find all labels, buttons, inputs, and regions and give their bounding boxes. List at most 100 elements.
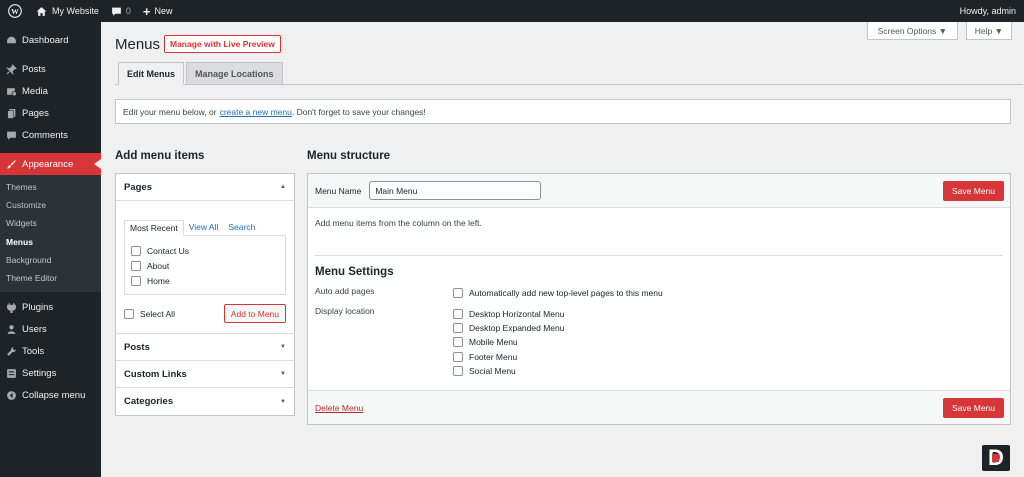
- menu-header: Menu Name Main Menu Save Menu: [308, 174, 1010, 208]
- howdy-text: Howdy, admin: [959, 6, 1016, 16]
- page-checkbox[interactable]: [131, 275, 141, 286]
- pages-actions: Select All Add to Menu: [124, 304, 286, 323]
- submenu-item-theme-editor[interactable]: Theme Editor: [0, 269, 101, 287]
- location-checkbox[interactable]: [453, 337, 463, 348]
- sidebar-item-collapse[interactable]: Collapse menu: [0, 384, 101, 406]
- brand-logo-icon: D: [982, 445, 1010, 471]
- expand-arrow-icon: ▼: [280, 398, 286, 405]
- sidebar-label: Comments: [22, 129, 68, 141]
- sidebar-item-pages[interactable]: Pages: [0, 102, 101, 124]
- menu-name-input[interactable]: Main Menu: [369, 181, 542, 200]
- display-location-row: Display location Desktop Horizontal Menu…: [315, 306, 1003, 378]
- submenu-item-customize[interactable]: Customize: [0, 196, 101, 214]
- screen-options-button[interactable]: Screen Options ▼: [866, 22, 958, 40]
- tab-most-recent[interactable]: Most Recent: [124, 220, 184, 236]
- nav-tabs: Edit Menus Manage Locations: [115, 62, 1023, 85]
- sidebar-item-settings[interactable]: Settings: [0, 362, 101, 384]
- location-checkbox[interactable]: [453, 322, 463, 333]
- save-menu-button-bottom[interactable]: Save Menu: [943, 398, 1004, 418]
- menu-settings-title: Menu Settings: [315, 266, 394, 278]
- page-checkbox[interactable]: [131, 260, 141, 271]
- location-checkbox[interactable]: [453, 308, 463, 319]
- home-icon: [36, 6, 47, 16]
- comments-count: 0: [125, 6, 131, 16]
- custom-links-section-header[interactable]: Custom Links ▼: [116, 361, 294, 388]
- add-menu-items-accordion: Pages ▲ Most Recent View All Search Cont…: [115, 173, 295, 416]
- sidebar-label: Posts: [22, 63, 46, 75]
- add-to-menu-button[interactable]: Add to Menu: [223, 304, 286, 323]
- sidebar-label: Settings: [22, 367, 57, 379]
- sidebar-label: Media: [22, 85, 48, 97]
- select-all-checkbox[interactable]: [124, 308, 134, 319]
- collapse-arrow-icon: ▲: [280, 184, 286, 190]
- page-checkbox[interactable]: [131, 245, 141, 256]
- location-option: Footer Menu: [453, 350, 564, 364]
- select-all-label: Select All: [140, 308, 175, 319]
- create-new-menu-link[interactable]: create a new menu: [220, 107, 292, 117]
- submenu-item-themes[interactable]: Themes: [0, 178, 101, 196]
- page-checklist: Contact Us About Home: [124, 235, 286, 295]
- settings-icon: [4, 366, 18, 380]
- wordpress-logo-icon[interactable]: W: [0, 0, 30, 22]
- tab-edit-menus[interactable]: Edit Menus: [118, 62, 185, 85]
- location-checkbox[interactable]: [453, 366, 463, 377]
- select-all-row: Select All: [124, 306, 175, 321]
- sidebar-label: Dashboard: [22, 34, 69, 46]
- delete-menu-link[interactable]: Delete Menu: [315, 403, 363, 413]
- sidebar-item-tools[interactable]: Tools: [0, 340, 101, 362]
- sidebar-label: Collapse menu: [22, 389, 86, 401]
- help-button[interactable]: Help ▼: [965, 22, 1012, 40]
- posts-section-header[interactable]: Posts ▼: [116, 334, 294, 361]
- expand-arrow-icon: ▼: [280, 344, 286, 350]
- page-label: Home: [147, 275, 170, 286]
- new-content-link[interactable]: + New: [137, 0, 179, 22]
- location-label: Social Menu: [469, 366, 516, 377]
- location-label: Mobile Menu: [469, 337, 518, 348]
- section-label: Custom Links: [124, 368, 187, 380]
- location-option: Social Menu: [453, 364, 564, 378]
- submenu-item-widgets[interactable]: Widgets: [0, 214, 101, 232]
- notice-text-before: Edit your menu below, or: [123, 106, 217, 117]
- plus-icon: +: [142, 3, 151, 19]
- sidebar-label: Users: [22, 323, 47, 335]
- site-name-link[interactable]: My Website: [30, 0, 105, 22]
- sidebar-item-dashboard[interactable]: Dashboard: [0, 29, 101, 51]
- menu-name-label: Menu Name: [315, 185, 362, 196]
- pages-section-header[interactable]: Pages ▲: [116, 174, 294, 201]
- comment-icon: [4, 128, 18, 142]
- menu-body: Add menu items from the column on the le…: [308, 208, 1010, 388]
- save-menu-button-top[interactable]: Save Menu: [943, 181, 1004, 201]
- location-label: Desktop Expanded Menu: [469, 322, 565, 333]
- new-label: New: [154, 6, 173, 16]
- my-account-link[interactable]: Howdy, admin: [960, 0, 1016, 22]
- sidebar-item-appearance[interactable]: Appearance: [0, 153, 101, 175]
- sidebar-item-comments[interactable]: Comments: [0, 124, 101, 146]
- page-label: Contact Us: [147, 245, 190, 256]
- sidebar-item-plugins[interactable]: Plugins: [0, 296, 101, 318]
- submenu-item-background[interactable]: Background: [0, 251, 101, 269]
- page-title: Menus: [115, 36, 161, 53]
- site-name: My Website: [52, 6, 99, 16]
- auto-add-options: Automatically add new top-level pages to…: [453, 286, 663, 300]
- pages-mini-tabs: Most Recent View All Search: [124, 219, 286, 236]
- user-icon: [4, 322, 18, 336]
- sidebar-item-posts[interactable]: Posts: [0, 58, 101, 80]
- categories-section-header[interactable]: Categories ▼: [116, 388, 294, 415]
- add-menu-items-title: Add menu items: [115, 150, 205, 162]
- submenu-item-menus[interactable]: Menus: [0, 233, 101, 251]
- tab-search[interactable]: Search: [223, 219, 260, 235]
- live-preview-button[interactable]: Manage with Live Preview: [164, 35, 281, 53]
- manage-menus-notice: Edit your menu below, or create a new me…: [115, 99, 1011, 124]
- list-item: Contact Us: [131, 243, 279, 258]
- media-icon: [4, 84, 18, 98]
- sidebar-label: Pages: [22, 107, 49, 119]
- tab-manage-locations[interactable]: Manage Locations: [186, 62, 283, 85]
- location-label: Desktop Horizontal Menu: [469, 308, 565, 319]
- collapse-icon: [4, 388, 18, 402]
- auto-add-checkbox[interactable]: [453, 288, 463, 299]
- sidebar-item-media[interactable]: Media: [0, 80, 101, 102]
- sidebar-item-users[interactable]: Users: [0, 318, 101, 340]
- tab-view-all[interactable]: View All: [184, 219, 224, 235]
- location-checkbox[interactable]: [453, 351, 463, 362]
- comments-link[interactable]: 0: [105, 0, 137, 22]
